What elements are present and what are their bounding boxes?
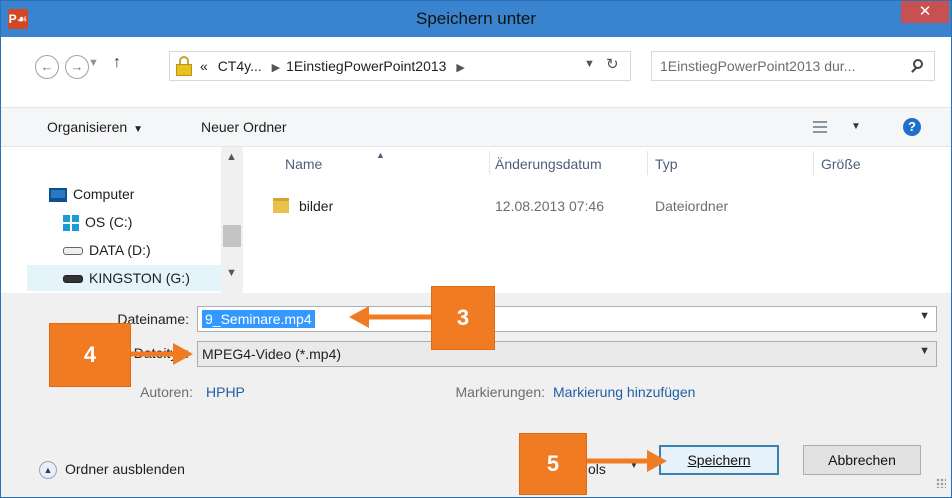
- annotation-badge-5: 5: [519, 433, 587, 495]
- annotation-badge-4: 4: [49, 323, 131, 387]
- arrow-5: [587, 450, 667, 472]
- annotation-badge-3: 3: [431, 286, 495, 350]
- save-as-dialog: P☙ Speichern unter ✕ ← → ▼ ↑ « CT4y... ▶…: [0, 0, 952, 498]
- arrow-3: [349, 306, 431, 328]
- arrow-4: [131, 343, 193, 365]
- annotation-arrows: [131, 306, 667, 472]
